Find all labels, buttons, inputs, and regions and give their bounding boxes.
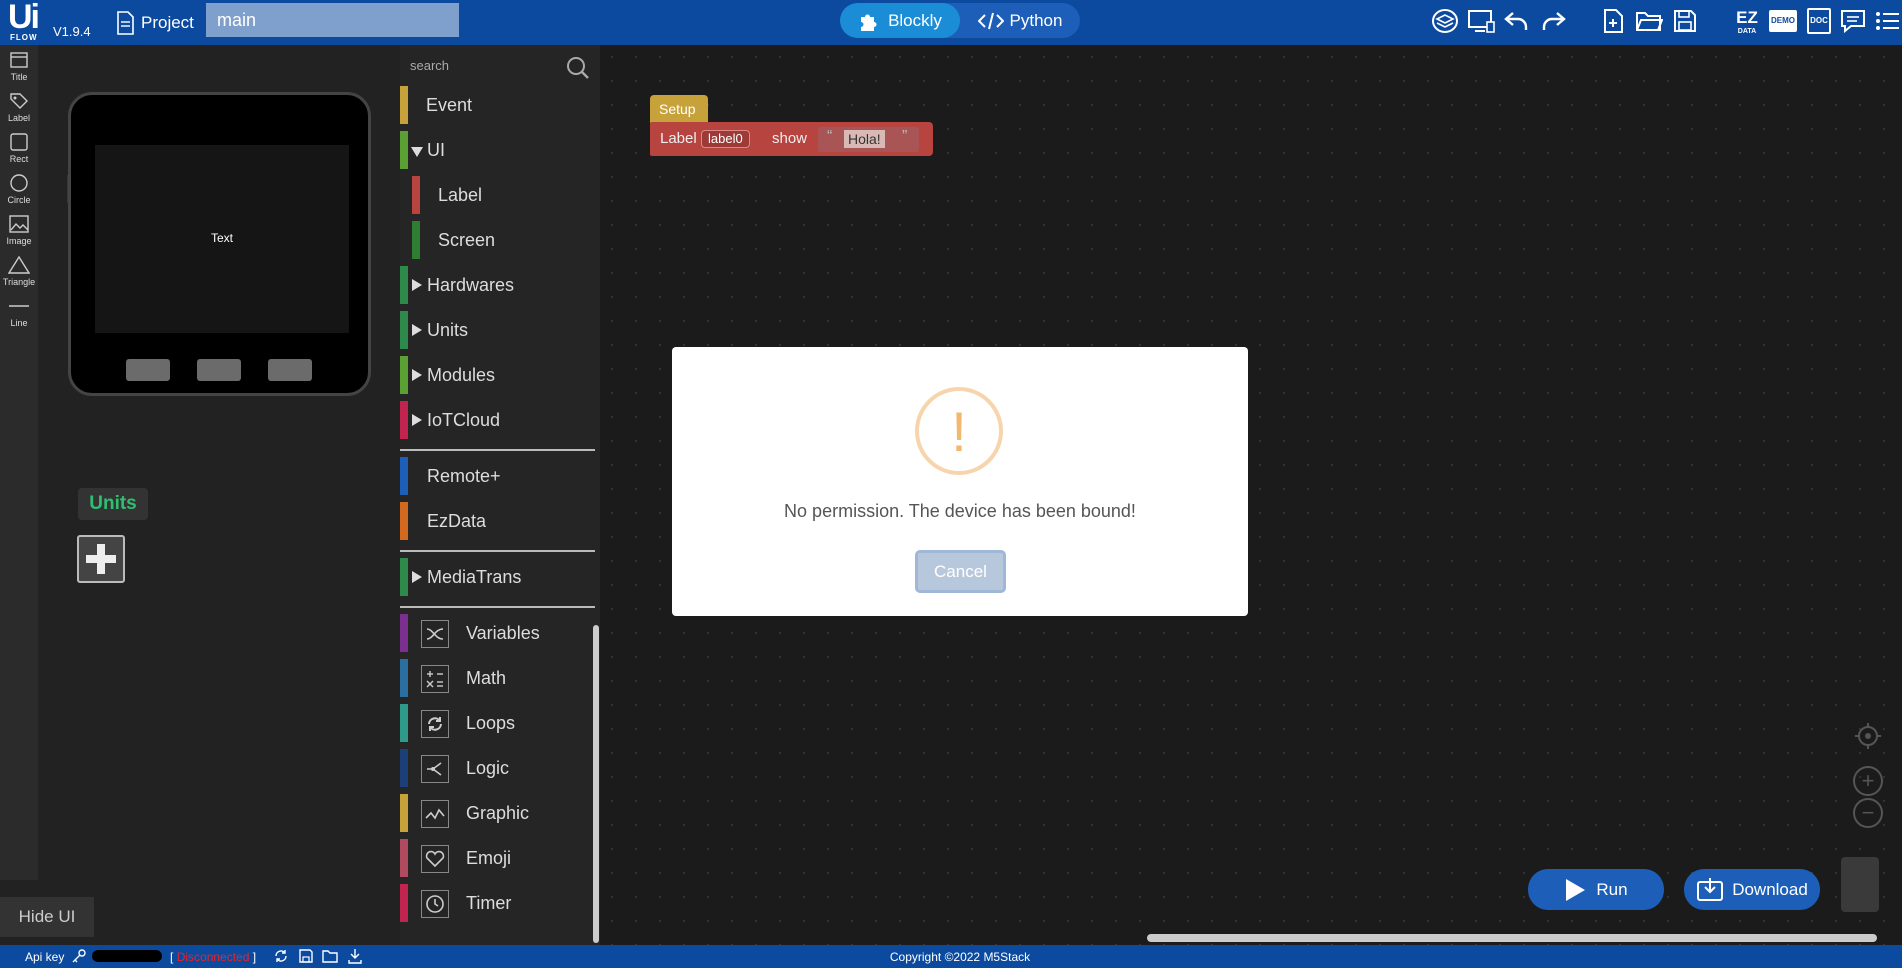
status-save-icon[interactable] bbox=[298, 948, 314, 967]
dialog-message: No permission. The device has been bound… bbox=[784, 501, 1136, 521]
permission-dialog: ! No permission. The device has been bou… bbox=[672, 347, 1248, 616]
api-key-label: Api key bbox=[25, 950, 65, 964]
modal-overlay: ! No permission. The device has been bou… bbox=[0, 0, 1902, 968]
connection-status: [ Disconnected ] bbox=[170, 950, 256, 964]
api-key-value bbox=[92, 950, 162, 962]
cancel-button[interactable]: Cancel bbox=[915, 550, 1006, 593]
bracket-close: ] bbox=[252, 950, 257, 964]
bracket-open: [ bbox=[170, 950, 174, 964]
status-bar: Copyright ©2022 M5Stack Api key [ Discon… bbox=[0, 945, 1902, 968]
warning-icon: ! bbox=[915, 387, 1003, 475]
status-folder-icon[interactable] bbox=[322, 948, 338, 967]
connection-state: Disconnected bbox=[176, 950, 250, 964]
refresh-icon[interactable] bbox=[273, 948, 289, 967]
key-icon[interactable] bbox=[71, 949, 87, 966]
status-download-icon[interactable] bbox=[347, 948, 363, 967]
